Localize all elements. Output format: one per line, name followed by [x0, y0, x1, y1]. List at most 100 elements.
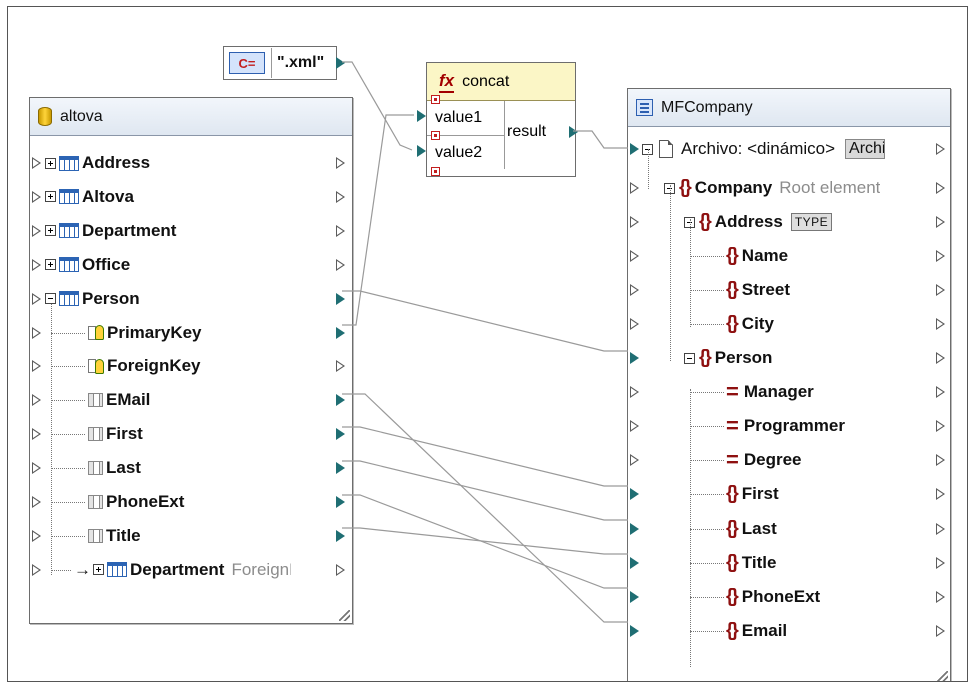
constant-value[interactable]: ".xml"	[271, 48, 324, 78]
target-output-connector[interactable]	[936, 216, 945, 229]
target-output-connector[interactable]	[936, 488, 945, 501]
target-row-street[interactable]: {} Street	[628, 273, 950, 307]
source-database-component[interactable]: altova Address Altova Department Office Pers…	[29, 97, 353, 624]
file-button[interactable]: Archivo	[845, 139, 886, 159]
target-output-connector[interactable]	[936, 624, 945, 637]
target-file-input-connector[interactable]	[630, 143, 639, 155]
target-output-connector[interactable]	[936, 556, 945, 569]
concat-result-connector[interactable]	[569, 126, 578, 138]
resize-grip-icon[interactable]	[339, 610, 350, 621]
function-input-value1[interactable]: value1	[427, 101, 505, 135]
target-output-connector[interactable]	[936, 250, 945, 263]
target-output-connector[interactable]	[936, 284, 945, 297]
constant-output-connector[interactable]	[336, 57, 345, 69]
expand-icon[interactable]	[45, 157, 56, 169]
target-output-connector[interactable]	[936, 522, 945, 535]
target-xml-component[interactable]: MFCompany Archivo: <dinámico> Archivo {}…	[627, 88, 951, 681]
source-input-connector[interactable]	[32, 360, 41, 373]
source-output-connector[interactable]	[336, 292, 345, 305]
target-row-last[interactable]: {} Last	[628, 512, 950, 546]
target-input-connector[interactable]	[630, 556, 639, 569]
function-header[interactable]: fx concat	[427, 63, 575, 101]
target-input-connector[interactable]	[630, 284, 639, 297]
target-row-first[interactable]: {} First	[628, 477, 950, 511]
source-row-altova[interactable]: Altova	[30, 180, 352, 214]
target-row-degree[interactable]: = Degree	[628, 443, 950, 477]
source-output-connector[interactable]	[336, 224, 345, 237]
source-output-connector[interactable]	[336, 190, 345, 203]
source-input-connector[interactable]	[32, 428, 41, 441]
source-output-connector[interactable]	[336, 394, 345, 407]
source-output-connector[interactable]	[336, 496, 345, 508]
concat-value1-connector[interactable]	[417, 110, 426, 122]
target-output-connector[interactable]	[936, 590, 945, 603]
collapse-icon[interactable]	[45, 293, 56, 305]
constant-component[interactable]: C= ".xml"	[223, 46, 337, 80]
target-row-person[interactable]: {} Person	[628, 341, 950, 375]
target-input-connector[interactable]	[630, 488, 639, 501]
mapping-canvas[interactable]: C= ".xml" fx concat value1 value2 result…	[7, 6, 968, 682]
resize-grip-icon[interactable]	[937, 671, 948, 681]
target-row-title[interactable]: {} Title	[628, 546, 950, 580]
source-output-connector[interactable]	[336, 428, 345, 441]
source-input-connector[interactable]	[32, 292, 41, 305]
target-row-company[interactable]: {} Company Root element	[628, 171, 950, 205]
target-input-connector[interactable]	[630, 590, 639, 603]
target-input-connector[interactable]	[630, 352, 639, 365]
concat-value2-connector[interactable]	[417, 145, 426, 157]
target-input-connector[interactable]	[630, 182, 639, 194]
source-input-connector[interactable]	[32, 157, 41, 169]
target-row-programmer[interactable]: = Programmer	[628, 409, 950, 443]
delete-input-icon[interactable]	[431, 131, 440, 140]
source-input-connector[interactable]	[32, 462, 41, 475]
source-row-department[interactable]: → Department ForeignKey	[30, 553, 352, 587]
source-row-person[interactable]: Person	[30, 282, 352, 316]
concat-function-component[interactable]: fx concat value1 value2 result	[426, 62, 576, 177]
target-output-connector[interactable]	[936, 182, 945, 194]
target-header[interactable]: MFCompany	[628, 89, 950, 127]
source-output-connector[interactable]	[336, 258, 345, 271]
source-input-connector[interactable]	[32, 529, 41, 542]
target-row-phoneext[interactable]: {} PhoneExt	[628, 580, 950, 614]
source-input-connector[interactable]	[32, 190, 41, 203]
target-input-connector[interactable]	[630, 522, 639, 535]
add-input-icon[interactable]	[431, 167, 440, 176]
target-output-connector[interactable]	[936, 318, 945, 331]
source-input-connector[interactable]	[32, 394, 41, 407]
source-header[interactable]: altova	[30, 98, 352, 136]
target-file-row[interactable]: Archivo: <dinámico> Archivo	[628, 132, 950, 166]
target-row-city[interactable]: {} City	[628, 307, 950, 341]
source-output-connector[interactable]	[336, 326, 345, 339]
source-output-connector[interactable]	[336, 563, 345, 576]
delete-input-icon[interactable]	[431, 95, 440, 104]
source-input-connector[interactable]	[32, 224, 41, 237]
source-output-connector[interactable]	[336, 462, 345, 475]
expand-icon[interactable]	[45, 225, 56, 237]
source-row-office[interactable]: Office	[30, 248, 352, 282]
source-input-connector[interactable]	[32, 496, 41, 508]
source-input-connector[interactable]	[32, 326, 41, 339]
function-input-value2[interactable]: value2	[427, 135, 505, 169]
source-row-department[interactable]: Department	[30, 214, 352, 248]
target-row-name[interactable]: {} Name	[628, 239, 950, 273]
target-row-email[interactable]: {} Email	[628, 614, 950, 648]
source-output-connector[interactable]	[336, 157, 345, 169]
source-input-connector[interactable]	[32, 258, 41, 271]
type-badge[interactable]: TYPE	[790, 213, 833, 232]
function-output-result[interactable]: result	[507, 123, 546, 141]
target-input-connector[interactable]	[630, 250, 639, 263]
target-output-connector[interactable]	[936, 420, 945, 433]
target-input-connector[interactable]	[630, 216, 639, 229]
source-output-connector[interactable]	[336, 360, 345, 373]
target-input-connector[interactable]	[630, 624, 639, 637]
expand-icon[interactable]	[45, 191, 56, 203]
target-row-address[interactable]: {} Address TYPE	[628, 205, 950, 239]
target-input-connector[interactable]	[630, 420, 639, 433]
target-input-connector[interactable]	[630, 318, 639, 331]
target-output-connector[interactable]	[936, 454, 945, 467]
source-input-connector[interactable]	[32, 563, 41, 576]
expand-icon[interactable]	[45, 259, 56, 271]
target-output-connector[interactable]	[936, 386, 945, 399]
source-row-address[interactable]: Address	[30, 146, 352, 180]
target-file-output-connector[interactable]	[936, 143, 945, 155]
